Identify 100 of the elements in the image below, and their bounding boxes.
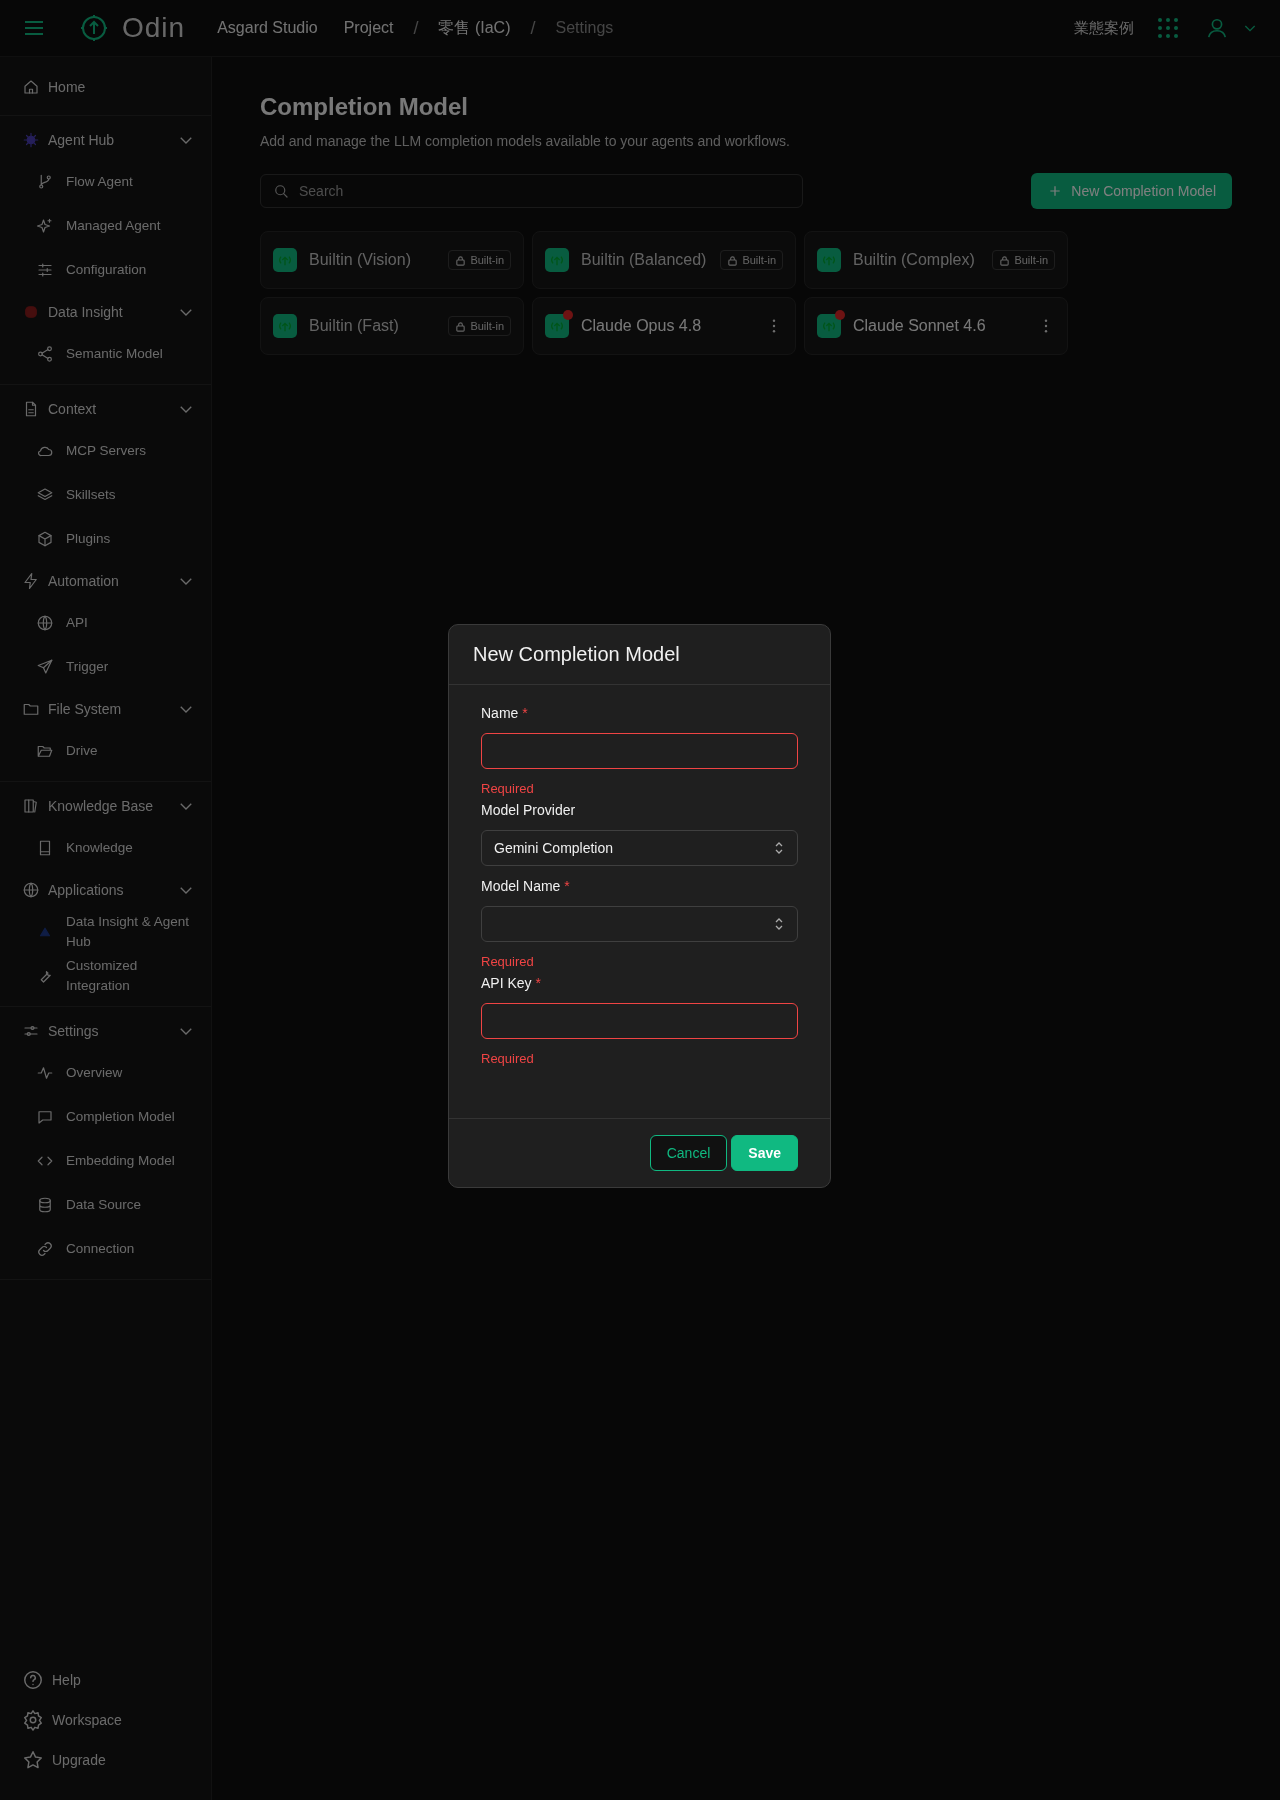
error-message: Required: [481, 1051, 535, 1066]
sparkle-icon: [36, 217, 54, 235]
field-label: Model Provider: [481, 802, 577, 818]
built-in-badge: Built-in: [720, 250, 783, 270]
model-icon: [545, 248, 569, 272]
apps-grid-icon[interactable]: [1158, 18, 1178, 38]
dialog-title: New Completion Model: [449, 625, 830, 685]
cube-icon: [36, 530, 54, 548]
lightning-icon: [22, 572, 40, 590]
sidebar-item[interactable]: Workspace: [0, 1700, 211, 1740]
logo-icon[interactable]: [80, 14, 108, 42]
globe-icon: [22, 881, 40, 899]
search-field[interactable]: Search: [260, 174, 803, 208]
model-card[interactable]: Builtin (Fast) Built-in: [260, 297, 524, 355]
globe-icon: [36, 614, 54, 632]
model-name: Builtin (Fast): [309, 317, 400, 335]
sidebar-item[interactable]: Connection: [0, 1227, 211, 1271]
model-icon: [817, 248, 841, 272]
breadcrumb-separator: /: [530, 17, 536, 39]
model-icon: [273, 314, 297, 338]
sidebar-item[interactable]: Data Insight: [0, 292, 211, 332]
model-card[interactable]: Builtin (Balanced) Built-in: [532, 231, 796, 289]
sidebar-item[interactable]: Help: [0, 1660, 211, 1700]
sidebar-item[interactable]: Knowledge: [0, 826, 211, 870]
field-label: API Key *: [481, 975, 542, 991]
breadcrumb-link[interactable]: Project: [337, 19, 400, 37]
up-down-icon: [773, 917, 785, 931]
field-label: Model Name *: [481, 878, 571, 894]
sliders-icon: [36, 261, 54, 279]
hub-icon: [22, 131, 40, 149]
model-card[interactable]: Claude Sonnet 4.6: [804, 297, 1068, 355]
sidebar-item[interactable]: Agent Hub: [0, 120, 211, 160]
sidebar-item[interactable]: MCP Servers: [0, 429, 211, 473]
save-button[interactable]: Save: [731, 1135, 798, 1171]
cancel-button[interactable]: Cancel: [649, 1135, 728, 1171]
built-in-badge: Built-in: [448, 250, 511, 270]
settings-icon: [22, 1709, 44, 1731]
star-icon: [22, 1749, 44, 1771]
database-icon: [36, 1196, 54, 1214]
model-name: Claude Opus 4.8: [581, 317, 703, 335]
user-icon[interactable]: [1206, 17, 1228, 39]
model-name: Builtin (Vision): [309, 251, 412, 269]
input-field[interactable]: [481, 733, 798, 769]
model-name: Claude Sonnet 4.6: [853, 317, 987, 335]
sidebar-item[interactable]: File System: [0, 689, 211, 729]
page-subtitle: Add and manage the LLM completion models available to your agents and workflows.: [260, 133, 791, 149]
model-card[interactable]: Claude Opus 4.8: [532, 297, 796, 355]
select-field[interactable]: Gemini Completion: [481, 830, 798, 866]
up-down-icon: [773, 841, 785, 855]
branch-icon: [36, 173, 54, 191]
home-icon: [22, 78, 40, 96]
sidebar-item[interactable]: Settings: [0, 1011, 211, 1051]
sidebar-item[interactable]: Upgrade: [0, 1740, 211, 1780]
model-icon: [273, 248, 297, 272]
sidebar-item[interactable]: Data Source: [0, 1183, 211, 1227]
send-icon: [36, 658, 54, 676]
sidebar-item[interactable]: Skillsets: [0, 473, 211, 517]
sidebar-item[interactable]: Overview: [0, 1051, 211, 1095]
built-in-badge: Built-in: [992, 250, 1055, 270]
breadcrumb-link[interactable]: Asgard Studio: [211, 19, 324, 37]
built-in-badge: Built-in: [448, 316, 511, 336]
sidebar-item[interactable]: Drive: [0, 729, 211, 773]
pulse-icon: [36, 1064, 54, 1082]
sidebar-item[interactable]: Data Insight & Agent Hub: [0, 910, 211, 954]
select-field[interactable]: [481, 906, 798, 942]
header-link[interactable]: 業態案例: [1074, 18, 1134, 38]
sidebar-item[interactable]: Semantic Model: [0, 332, 211, 376]
sidebar-item[interactable]: Managed Agent: [0, 204, 211, 248]
sidebar-item[interactable]: Configuration: [0, 248, 211, 292]
model-name: Builtin (Complex): [853, 251, 976, 269]
books-icon: [22, 797, 40, 815]
error-message: Required: [481, 781, 535, 796]
breadcrumb-link[interactable]: 零售 (IaC): [432, 17, 517, 39]
sidebar-item[interactable]: Knowledge Base: [0, 786, 211, 826]
model-card[interactable]: Builtin (Vision) Built-in: [260, 231, 524, 289]
sidebar-item[interactable]: Context: [0, 389, 211, 429]
model-name: Builtin (Balanced): [581, 251, 708, 269]
input-field[interactable]: [481, 1003, 798, 1039]
breadcrumb-link[interactable]: Settings: [549, 19, 620, 37]
page-title: Completion Model: [260, 93, 469, 121]
sidebar-item[interactable]: Embedding Model: [0, 1139, 211, 1183]
field-label: Name *: [481, 705, 529, 721]
brand-name: Odin: [122, 12, 186, 44]
model-card[interactable]: Builtin (Complex) Built-in: [804, 231, 1068, 289]
sidebar-item[interactable]: API: [0, 601, 211, 645]
sidebar-item[interactable]: Applications: [0, 870, 211, 910]
sidebar-item[interactable]: Trigger: [0, 645, 211, 689]
sidebar-item[interactable]: Plugins: [0, 517, 211, 561]
sidebar-item[interactable]: Automation: [0, 561, 211, 601]
chat-icon: [36, 1108, 54, 1126]
sidebar-item[interactable]: Customized Integration: [0, 954, 211, 998]
breadcrumb-separator: /: [413, 17, 419, 39]
new-model-button[interactable]: New Completion Model: [1031, 173, 1232, 209]
error-message: Required: [481, 954, 535, 969]
help-icon: [22, 1669, 44, 1691]
link-icon: [36, 1240, 54, 1258]
sidebar-item[interactable]: Completion Model: [0, 1095, 211, 1139]
sidebar-item[interactable]: Flow Agent: [0, 160, 211, 204]
sidebar-item[interactable]: Home: [0, 67, 211, 107]
share-icon: [36, 345, 54, 363]
